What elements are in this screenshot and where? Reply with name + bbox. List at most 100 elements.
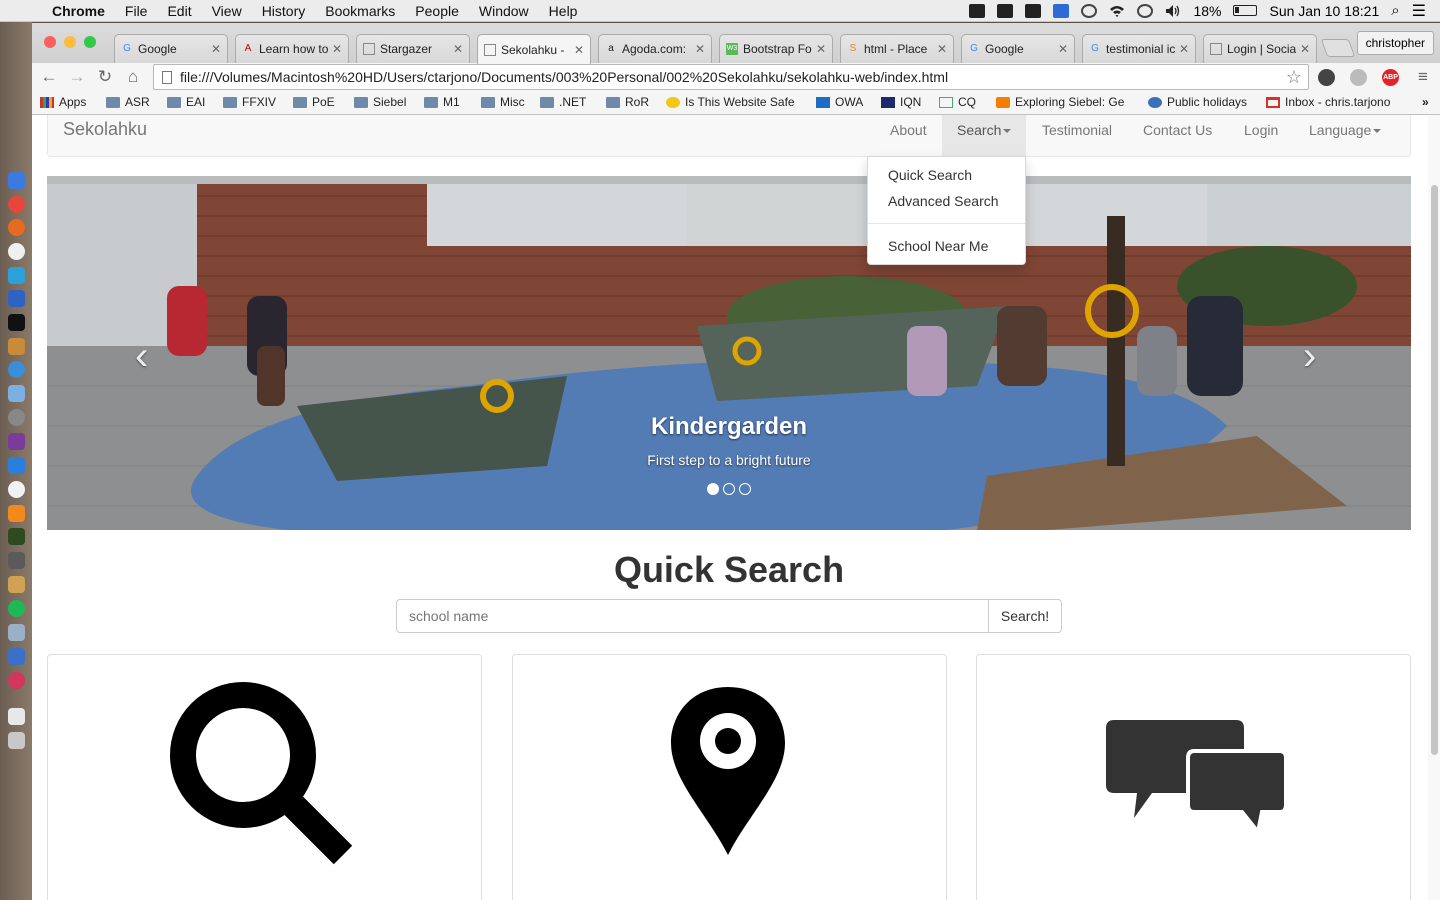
menubar-clock[interactable]: Sun Jan 10 18:21 [1269, 3, 1379, 19]
dreamweaver-dock-icon[interactable] [8, 528, 25, 545]
bookmark-owa[interactable]: OWA [816, 95, 863, 109]
feature-panel-testimonial[interactable] [976, 654, 1411, 900]
battery-icon[interactable] [1233, 5, 1258, 16]
evernote-status-icon[interactable] [997, 3, 1014, 18]
tab-google[interactable]: G Google ✕ [114, 34, 228, 63]
bookmark-inbox[interactable]: Inbox - chris.tarjono [1266, 95, 1421, 109]
nav-about[interactable]: About [875, 115, 942, 156]
close-tab-icon[interactable]: ✕ [211, 42, 221, 56]
time-machine-icon[interactable] [1137, 3, 1154, 18]
dropdown-advanced-search[interactable]: Advanced Search [868, 188, 1025, 214]
address-bar[interactable]: file:///Volumes/Macintosh%20HD/Users/cta… [153, 64, 1309, 90]
carousel-prev-icon[interactable]: ‹ [135, 334, 148, 379]
app-dock-icon-7[interactable] [8, 624, 25, 641]
spotify-dock-icon[interactable] [8, 600, 25, 617]
bookmark-apps[interactable]: Apps [40, 95, 86, 109]
menu-help[interactable]: Help [539, 3, 588, 19]
vlc-dock-icon[interactable] [8, 505, 25, 522]
bookmark-siebel[interactable]: Siebel [354, 95, 406, 109]
reload-icon[interactable]: ↻ [94, 66, 116, 88]
menu-app-chrome[interactable]: Chrome [42, 3, 115, 19]
app-dock-icon-2[interactable] [8, 338, 25, 355]
bookmark-public-holidays[interactable]: Public holidays [1148, 95, 1247, 109]
carousel-indicator[interactable] [707, 483, 719, 495]
profile-button[interactable]: christopher [1356, 31, 1434, 55]
firefox-dock-icon[interactable] [8, 219, 25, 236]
app-dock-icon-3[interactable] [8, 385, 25, 402]
nav-testimonial[interactable]: Testimonial [1027, 115, 1127, 156]
app-dock-icon-4[interactable] [8, 481, 25, 498]
skype-status-icon[interactable] [1053, 3, 1070, 18]
chrome-dock-icon[interactable] [8, 196, 25, 213]
tab-stargazer[interactable]: Stargazer ✕ [356, 34, 470, 63]
close-window-button[interactable] [44, 36, 56, 48]
trash-dock-icon[interactable] [8, 732, 25, 749]
windows-status-icon[interactable] [1025, 3, 1042, 18]
app-dock-icon-5[interactable] [8, 552, 25, 569]
bookmark-ffxiv[interactable]: FFXIV [223, 95, 276, 109]
nav-search[interactable]: Search [942, 115, 1027, 156]
menu-file[interactable]: File [115, 3, 158, 19]
nav-language[interactable]: Language [1294, 115, 1396, 156]
more-bookmarks-icon[interactable]: » [1422, 95, 1429, 109]
scrollbar-thumb[interactable] [1431, 185, 1438, 755]
close-tab-icon[interactable]: ✕ [816, 42, 826, 56]
bookmark-eai[interactable]: EAI [167, 95, 205, 109]
itunes-dock-icon[interactable] [8, 243, 25, 260]
bookmark-dotnet[interactable]: .NET [540, 95, 586, 109]
bookmark-misc[interactable]: Misc [481, 95, 525, 109]
zoom-window-button[interactable] [84, 36, 96, 48]
lync-dock-icon[interactable] [8, 267, 25, 284]
feature-panel-location[interactable] [512, 654, 947, 900]
app-dock-icon-9[interactable] [8, 672, 25, 689]
bookmark-star-icon[interactable]: ☆ [1286, 65, 1302, 89]
bookmark-iqn[interactable]: IQN [881, 95, 921, 109]
close-tab-icon[interactable]: ✕ [1300, 42, 1310, 56]
carousel-indicator[interactable] [739, 483, 751, 495]
menu-view[interactable]: View [202, 3, 252, 19]
extension-icon[interactable] [1350, 69, 1367, 86]
carousel-indicator[interactable] [723, 483, 735, 495]
menu-people[interactable]: People [405, 3, 469, 19]
dropdown-quick-search[interactable]: Quick Search [868, 162, 1025, 188]
adblock-icon[interactable]: ABP [1382, 69, 1399, 86]
close-tab-icon[interactable]: ✕ [1058, 42, 1068, 56]
chrome-menu-icon[interactable]: ≡ [1412, 66, 1434, 88]
new-tab-button[interactable] [1320, 39, 1356, 57]
menu-window[interactable]: Window [469, 3, 539, 19]
home-icon[interactable]: ⌂ [122, 66, 144, 88]
status-app-icon[interactable] [969, 3, 986, 18]
history-extension-icon[interactable] [1318, 69, 1335, 86]
downloads-dock-icon[interactable] [8, 708, 25, 725]
close-tab-icon[interactable]: ✕ [1179, 42, 1189, 56]
tab-agoda[interactable]: a Agoda.com: ✕ [598, 34, 712, 63]
teamviewer-dock-icon[interactable] [8, 457, 25, 474]
tab-testimonial[interactable]: G testimonial ic ✕ [1082, 34, 1196, 63]
tab-html-place[interactable]: S html - Place ✕ [840, 34, 954, 63]
forward-icon[interactable]: → [66, 66, 88, 88]
creative-cloud-icon[interactable] [1081, 3, 1098, 18]
bookmark-cq[interactable]: CQ [939, 95, 976, 109]
tab-login[interactable]: Login | Social ✕ [1203, 34, 1317, 63]
school-name-input[interactable] [396, 599, 989, 633]
tab-learn[interactable]: A Learn how to ✕ [235, 34, 349, 63]
bookmark-asr[interactable]: ASR [106, 95, 150, 109]
close-tab-icon[interactable]: ✕ [937, 42, 947, 56]
nav-login[interactable]: Login [1229, 115, 1293, 156]
tab-bootstrap[interactable]: W3 Bootstrap Fo ✕ [719, 34, 833, 63]
site-brand[interactable]: Sekolahku [63, 119, 147, 140]
nav-contact[interactable]: Contact Us [1128, 115, 1227, 156]
volume-icon[interactable] [1165, 4, 1181, 18]
close-tab-icon[interactable]: ✕ [453, 42, 463, 56]
close-tab-icon[interactable]: ✕ [695, 42, 705, 56]
minimize-window-button[interactable] [64, 36, 76, 48]
search-button[interactable]: Search! [989, 599, 1062, 633]
app-dock-icon-8[interactable] [8, 648, 25, 665]
tab-google-2[interactable]: G Google ✕ [961, 34, 1075, 63]
bookmark-is-this-website-safe[interactable]: Is This Website Safe [666, 95, 797, 109]
back-icon[interactable]: ← [38, 66, 60, 88]
settings-dock-icon[interactable] [8, 409, 25, 426]
tab-sekolahku[interactable]: Sekolahku - ✕ [477, 34, 591, 64]
onenote-dock-icon[interactable] [8, 433, 25, 450]
bookmark-m1[interactable]: M1 [424, 95, 460, 109]
